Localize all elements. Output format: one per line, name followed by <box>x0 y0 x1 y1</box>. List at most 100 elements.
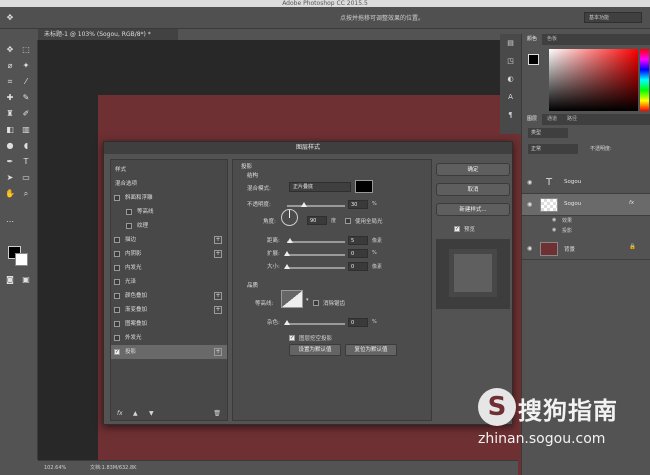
style-checkbox[interactable] <box>114 293 120 299</box>
contour-preview[interactable] <box>281 290 303 308</box>
color-picker-field[interactable] <box>549 49 638 111</box>
trash-icon[interactable]: 🗑 <box>213 408 221 420</box>
style-item[interactable]: 内阴影 + <box>111 247 227 261</box>
opacity-slider-knob[interactable] <box>301 202 308 207</box>
style-item[interactable]: 内发光 <box>111 261 227 275</box>
style-checkbox[interactable] <box>114 335 120 341</box>
spread-input[interactable]: 0 <box>348 249 368 258</box>
style-item[interactable]: 样式 <box>111 163 227 177</box>
tab-paths[interactable]: 路径 <box>562 114 582 125</box>
add-style-icon[interactable]: + <box>214 306 222 314</box>
document-tab[interactable]: 未标题-1 @ 103% (Sogou, RGB/8*) * <box>38 29 178 40</box>
properties-panel-icon[interactable]: ◳ <box>505 56 516 67</box>
blend-mode-select[interactable]: 正片叠底 <box>289 182 351 192</box>
eye-icon[interactable]: ◉ <box>527 179 532 186</box>
reset-default-button[interactable]: 复位为默认值 <box>345 344 397 356</box>
hand-tool-icon[interactable]: ✋ <box>4 188 16 200</box>
fx-menu-icon[interactable]: fx <box>117 408 123 420</box>
style-item[interactable]: 颜色叠加 + <box>111 289 227 303</box>
zoom-level[interactable]: 102.64% <box>44 461 66 475</box>
character-panel-icon[interactable]: A <box>505 92 516 103</box>
eraser-tool-icon[interactable]: ◧ <box>4 124 16 136</box>
noise-slider[interactable] <box>287 323 345 325</box>
add-style-icon[interactable]: + <box>214 250 222 258</box>
distance-slider[interactable] <box>287 241 345 243</box>
brush-tool-icon[interactable]: ✎ <box>20 92 32 104</box>
add-style-icon[interactable]: + <box>214 292 222 300</box>
magic-wand-tool-icon[interactable]: ✦ <box>20 60 32 72</box>
spread-slider[interactable] <box>287 254 345 256</box>
style-checkbox[interactable] <box>114 251 120 257</box>
blur-tool-icon[interactable]: ● <box>4 140 16 152</box>
quick-mask-icon[interactable]: ◙ <box>4 274 16 286</box>
ok-button[interactable]: 确定 <box>436 163 510 176</box>
pen-tool-icon[interactable]: ✒ <box>4 156 16 168</box>
eye-icon[interactable]: ◉ <box>527 201 532 208</box>
add-style-icon[interactable]: + <box>214 348 222 356</box>
layer-row-selected[interactable]: ◉ Sogou fx <box>522 194 650 216</box>
antialias-checkbox[interactable] <box>313 300 319 306</box>
style-checkbox[interactable] <box>126 223 132 229</box>
paragraph-panel-icon[interactable]: ¶ <box>505 110 516 121</box>
move-tool-options-icon[interactable]: ✥ <box>4 12 16 24</box>
add-style-icon[interactable]: + <box>214 236 222 244</box>
style-checkbox[interactable] <box>114 321 120 327</box>
tab-layers[interactable]: 图层 <box>522 114 543 125</box>
effect-drop-shadow[interactable]: ◉ 投影 <box>522 227 650 237</box>
move-up-icon[interactable]: ▲ <box>133 408 138 420</box>
style-item[interactable]: 纹理 <box>111 219 227 233</box>
dodge-tool-icon[interactable]: ◖ <box>20 140 32 152</box>
size-input[interactable]: 0 <box>348 262 368 271</box>
hue-slider[interactable] <box>640 49 649 111</box>
type-tool-icon[interactable]: T <box>20 156 32 168</box>
opacity-input[interactable]: 30 <box>348 200 368 209</box>
style-item[interactable]: 外发光 <box>111 331 227 345</box>
knockout-checkbox[interactable]: ✓ <box>289 335 295 341</box>
style-item[interactable]: 混合选项 <box>111 177 227 191</box>
layer-blend-mode-select[interactable]: 正常 <box>528 144 578 154</box>
preview-checkbox[interactable]: ✓ <box>454 226 460 232</box>
size-slider[interactable] <box>287 267 345 269</box>
lasso-tool-icon[interactable]: ⌀ <box>4 60 16 72</box>
rectangle-tool-icon[interactable]: ▭ <box>20 172 32 184</box>
style-checkbox[interactable] <box>114 279 120 285</box>
style-item[interactable]: 斜面和浮雕 <box>111 191 227 205</box>
style-checkbox[interactable] <box>114 195 120 201</box>
screen-mode-icon[interactable]: ▣ <box>20 274 32 286</box>
style-item[interactable]: 描边 + <box>111 233 227 247</box>
new-style-button[interactable]: 新建样式... <box>436 203 510 216</box>
layer-row-text[interactable]: ◉ T Sogou <box>522 172 650 194</box>
style-checkbox[interactable]: ✓ <box>114 349 120 355</box>
angle-dial[interactable] <box>281 209 298 226</box>
tab-swatches[interactable]: 色板 <box>542 34 562 45</box>
distance-input[interactable]: 5 <box>348 236 368 245</box>
move-tool-icon[interactable]: ✥ <box>4 44 16 56</box>
contour-dropdown-icon[interactable]: ▾ <box>306 297 309 303</box>
marquee-tool-icon[interactable]: ⬚ <box>20 44 32 56</box>
style-item[interactable]: ✓ 投影 + <box>111 345 227 359</box>
opacity-slider[interactable] <box>287 205 345 207</box>
distance-slider-knob[interactable] <box>286 238 293 243</box>
fx-icon[interactable]: fx <box>629 200 634 206</box>
move-down-icon[interactable]: ▼ <box>149 408 154 420</box>
clone-stamp-tool-icon[interactable]: ♜ <box>4 108 16 120</box>
noise-slider-knob[interactable] <box>284 320 290 325</box>
shadow-color-swatch[interactable] <box>355 180 373 193</box>
cancel-button[interactable]: 取消 <box>436 183 510 196</box>
global-light-checkbox[interactable] <box>345 218 351 224</box>
noise-input[interactable]: 0 <box>348 318 368 327</box>
spread-slider-knob[interactable] <box>284 251 290 256</box>
history-brush-tool-icon[interactable]: ✐ <box>20 108 32 120</box>
eye-icon[interactable]: ◉ <box>552 227 556 233</box>
effects-group[interactable]: ◉ 效果 <box>522 217 650 227</box>
size-slider-knob[interactable] <box>284 264 290 269</box>
crop-tool-icon[interactable]: ⌗ <box>4 76 16 88</box>
more-tools-icon[interactable]: ⋯ <box>4 216 16 228</box>
style-item[interactable]: 图案叠加 <box>111 317 227 331</box>
adjustments-panel-icon[interactable]: ◐ <box>505 74 516 85</box>
style-item[interactable]: 渐变叠加 + <box>111 303 227 317</box>
style-checkbox[interactable] <box>114 237 120 243</box>
angle-input[interactable]: 90 <box>307 216 327 225</box>
set-default-button[interactable]: 设置为默认值 <box>289 344 341 356</box>
style-checkbox[interactable] <box>126 209 132 215</box>
